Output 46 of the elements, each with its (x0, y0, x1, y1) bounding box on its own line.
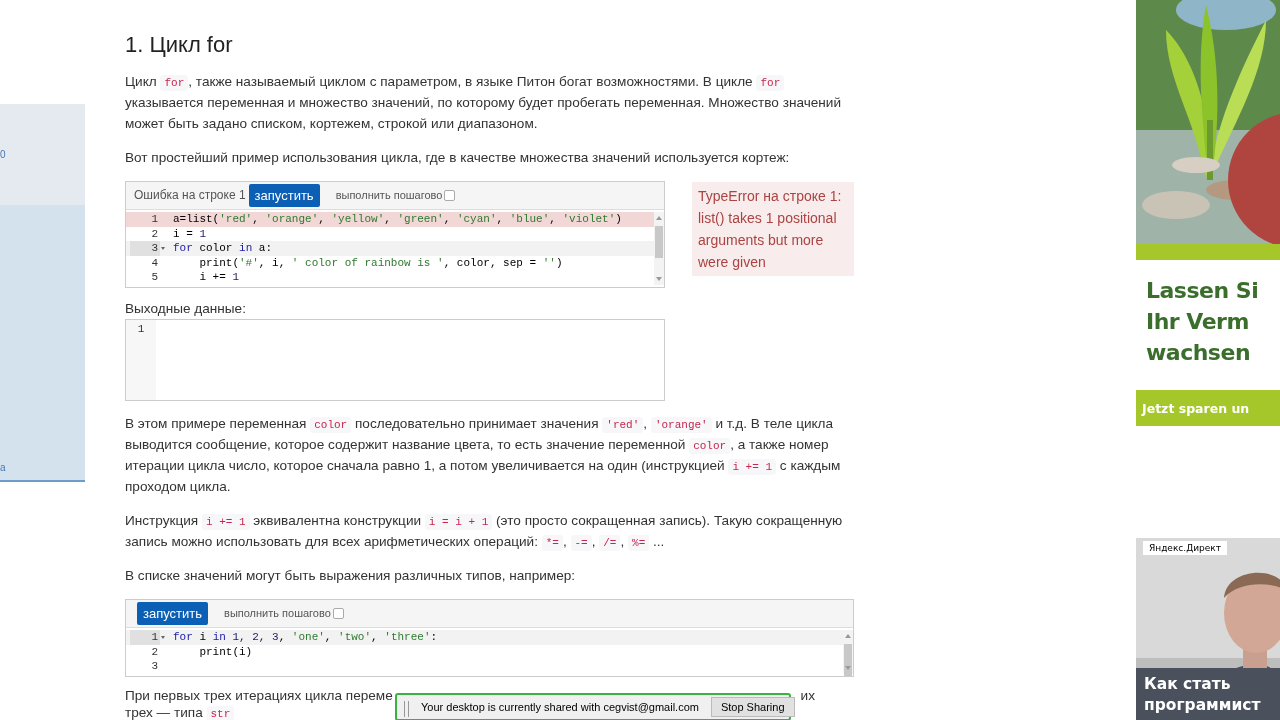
code-line: 2 print(i) (126, 644, 843, 660)
line-number: 1 (150, 212, 159, 227)
fold-icon[interactable] (161, 247, 165, 250)
scrollbar[interactable] (654, 212, 664, 285)
checkbox[interactable] (444, 190, 456, 201)
paragraph-text: При первых трех итерациях цикла переме (125, 686, 393, 704)
paragraph: Вот простейший пример использования цикла, где в качестве множества значений используется кортеж: (125, 149, 791, 167)
step-label: выполнить пошагово (335, 188, 443, 203)
step-toggle[interactable]: выполнить пошагово (224, 602, 344, 624)
section-heading: 1. Цикл for (125, 32, 234, 58)
step-label: выполнить пошагово (224, 605, 331, 621)
line-number: 1 (130, 629, 160, 645)
line-number: 2 (150, 226, 159, 242)
ad-label: Яндекс.Директ (1143, 541, 1227, 555)
ad-caption: Как стать программист (1144, 674, 1261, 716)
paragraph: В этом примере переменная color последовательно принимает значения 'red' , 'orange' и т.д. В теле цикла выводится сообщение, которое содержит название цвета, то есть значение переменной color , а также номер итерации цикла число, которое сначала равно 1, а потом увеличивается на один (инструкцией i += 1 с каждым проходом цикла. (125, 414, 842, 496)
line-number: 2 (150, 644, 159, 660)
step-toggle[interactable]: выполнить пошагово (335, 185, 456, 206)
ad-headline: Lassen Si Ihr Verm wachsen (1146, 277, 1260, 367)
paragraph: Инструкция i += 1 эквивалентна конструкции i = i + 1 (это просто сокращенная запись). Такую сокращенную запись можно использовать для всех арифметических операций: *= , -= , /= , %= ... (125, 511, 844, 552)
paragraph: В списке значений могут быть выражения различных типов, например: (125, 566, 577, 585)
code-line: 2 i = 1 (126, 226, 654, 242)
line-number: 5 (150, 270, 159, 285)
code-editor[interactable]: запустить выполнить пошагово 1 for i in 1, 2, 3, 'one', 'two', 'three': 2 print(i) 3 (125, 598, 854, 677)
error-message: TypeError на строке 1: list() takes 1 positional arguments but more were given (692, 182, 854, 276)
run-button[interactable]: запустить (248, 184, 320, 207)
sidebar-text: а (0, 462, 6, 474)
output-label: Выходные данные: (125, 299, 247, 318)
paragraph-text: их (800, 686, 815, 704)
line-number: 1 (136, 321, 146, 337)
code-line: 4 print('#', i, ' color of rainbow is ', color, sep = '') (126, 255, 654, 271)
run-button[interactable]: запустить (137, 601, 209, 625)
scrollbar[interactable] (843, 629, 853, 674)
line-number: 3 (150, 659, 159, 674)
code-editor[interactable] (125, 181, 665, 288)
code-line: 5 i += 1 (126, 270, 654, 285)
share-message: Your desktop is currently shared with cegvist@gmail.com (421, 701, 699, 713)
checkbox[interactable] (332, 607, 344, 619)
paragraph: Цикл for , также называемый циклом с параметром, в языке Питон богат возможностями. В цикле for указывается переменная и множество значений, по которому будет пробегать переменная. Множество значений может быть задано списком, кортежем, строкой или диапазоном. (125, 73, 842, 133)
stop-sharing-button[interactable]: Stop Sharing (710, 697, 795, 717)
line-number: 4 (150, 255, 159, 271)
sidebar-text: 0 (0, 148, 6, 161)
error-label: Ошибка на строке 1 (134, 187, 246, 204)
fold-icon[interactable] (161, 635, 165, 639)
paragraph-text: трех — типа str (125, 703, 235, 720)
line-number: 3 (130, 241, 160, 256)
